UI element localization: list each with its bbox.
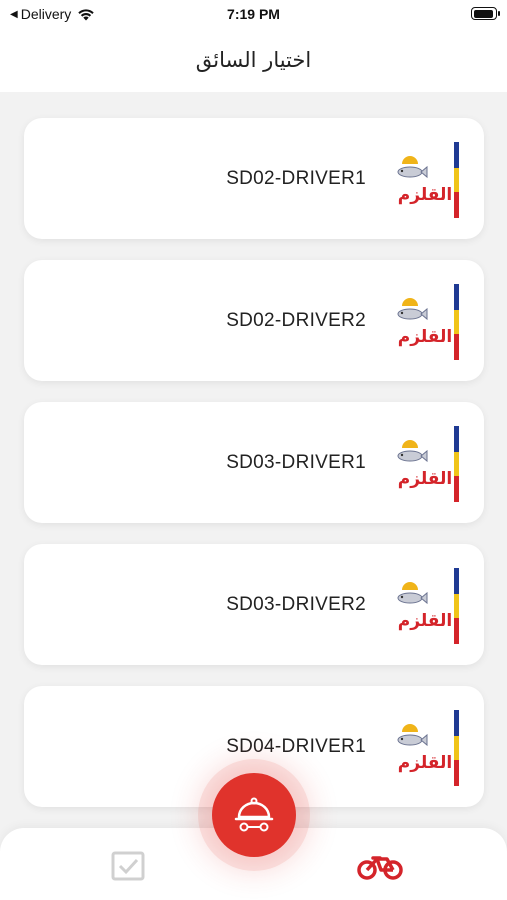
nav-header: اختيار السائق xyxy=(0,28,507,92)
driver-card-3[interactable]: SD03-DRIVER1 القلزم xyxy=(24,402,484,523)
svg-text:القلزم: القلزم xyxy=(398,753,452,773)
driver-name: SD03-DRIVER1 xyxy=(226,452,366,473)
driver-name: SD02-DRIVER1 xyxy=(226,168,366,189)
battery-icon xyxy=(471,7,500,20)
checkbox-icon[interactable] xyxy=(110,850,146,882)
alqulzum-logo: القلزم xyxy=(397,426,459,502)
page-title: اختيار السائق xyxy=(195,48,312,72)
driver-card-1[interactable]: SD02-DRIVER1 القلزم xyxy=(24,118,484,239)
alqulzum-logo: القلزم xyxy=(397,284,459,360)
svg-text:القلزم: القلزم xyxy=(398,327,452,347)
driver-card-2[interactable]: SD02-DRIVER2 القلزم xyxy=(24,260,484,381)
alqulzum-logo: القلزم xyxy=(397,142,459,218)
alqulzum-logo: القلزم xyxy=(397,568,459,644)
driver-card-4[interactable]: SD03-DRIVER2 القلزم xyxy=(24,544,484,665)
driver-name: SD03-DRIVER2 xyxy=(226,594,366,615)
alqulzum-logo: القلزم xyxy=(397,710,459,786)
svg-text:القلزم: القلزم xyxy=(398,611,452,631)
food-tray-icon xyxy=(234,797,274,832)
driver-name: SD02-DRIVER2 xyxy=(226,310,366,331)
status-time: 7:19 PM xyxy=(227,6,280,22)
status-bar: ◀ Delivery 7:19 PM xyxy=(0,0,507,28)
svg-text:القلزم: القلزم xyxy=(398,185,452,205)
bicycle-icon[interactable] xyxy=(357,854,403,880)
svg-text:القلزم: القلزم xyxy=(398,469,452,489)
driver-list: SD02-DRIVER1 القلزم SD02-DRIVER2 القلزم … xyxy=(24,118,484,828)
food-tray-button[interactable] xyxy=(212,773,296,857)
